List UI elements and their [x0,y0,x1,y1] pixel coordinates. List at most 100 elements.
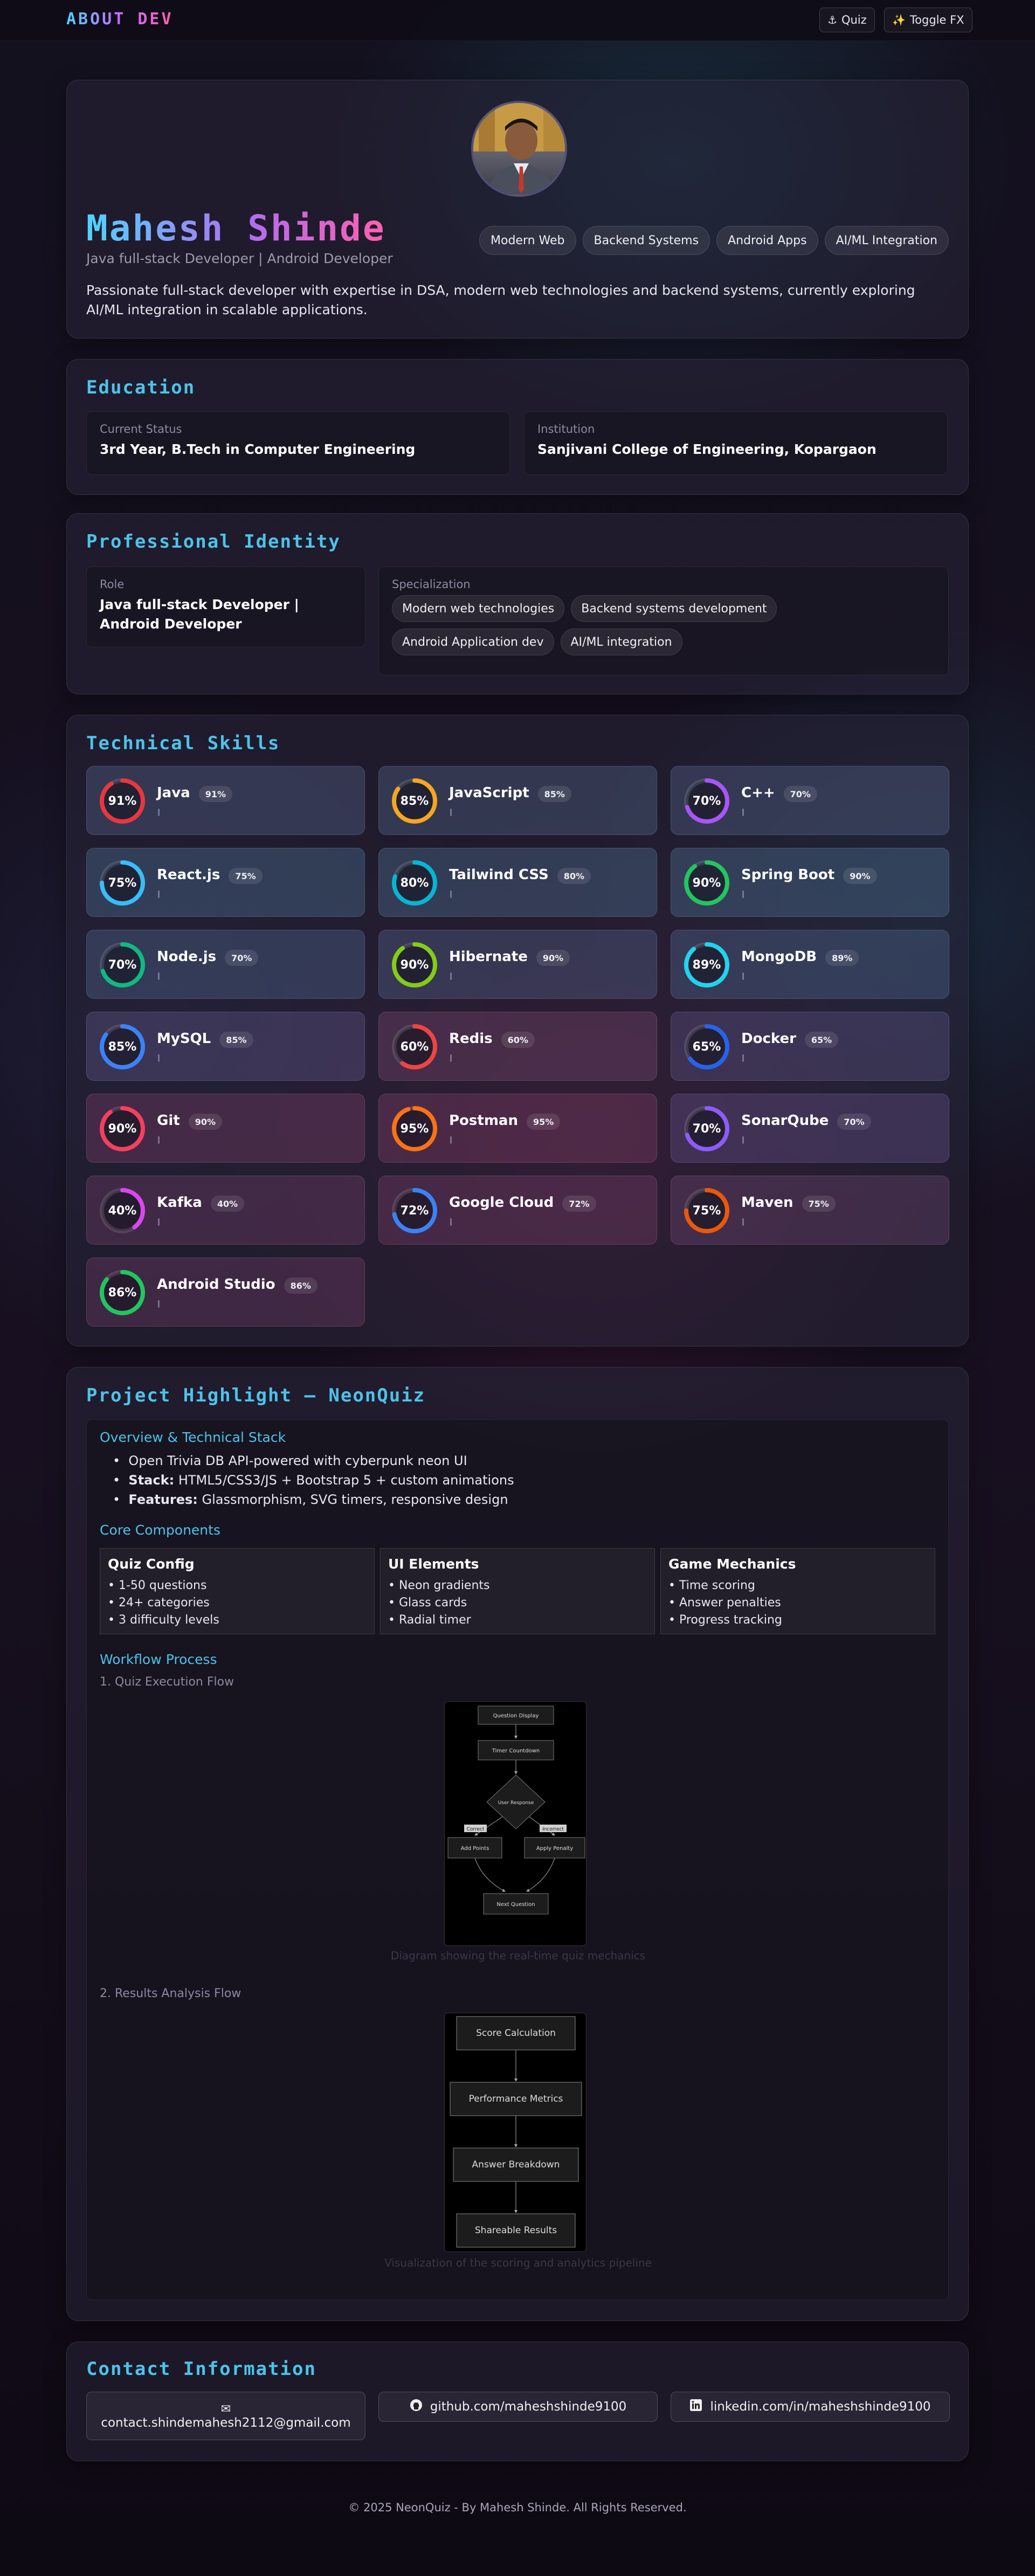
component-title: Game Mechanics [668,1556,796,1572]
skill-badge: 65% [804,1032,839,1048]
spec-chip-backend: Backend systems development [571,595,777,622]
skill-badge: 70% [837,1114,871,1130]
skill-badge: 60% [501,1032,535,1048]
skill-marker [742,890,744,898]
node-timer: Timer Countdown [478,1740,554,1760]
overview-bullet-2: • Stack: HTML5/CSS3/JS + Bootstrap 5 + c… [113,1473,514,1488]
skill-badge: 85% [537,786,571,802]
education-title: Education [86,377,196,398]
contact-email-link[interactable]: ✉ contact.shindemahesh2112@gmail.com [86,2392,365,2440]
spec-chip-android: Android Application dev [392,629,554,655]
node-score-calculation: Score Calculation [456,2016,576,2050]
skill-badge: 72% [562,1196,596,1212]
sparkle-icon: ✨ [892,13,906,26]
skill-card-node-js: 70% Node.js 70% [86,930,365,999]
skill-badge: 95% [526,1114,561,1130]
quiz-button-label: Quiz [841,13,867,26]
svg-text:Question Display: Question Display [493,1713,539,1719]
svg-text:Apply Penalty: Apply Penalty [536,1846,573,1852]
contact-linkedin-link[interactable]: linkedin.com/in/maheshshinde9100 [671,2392,950,2422]
skill-percent: 85% [400,794,429,808]
skill-badge: 85% [219,1032,253,1048]
component-item: • Answer penalties [668,1596,781,1610]
contact-github-link[interactable]: github.com/maheshshinde9100 [378,2392,658,2422]
skill-card-mysql: 85% MySQL 85% [86,1012,365,1081]
profile-bio: Passionate full-stack developer with exp… [86,282,915,317]
institution-value: Sanjivani College of Engineering, Koparg… [537,441,877,457]
brand-logo[interactable]: ABOUT DEV [66,10,174,29]
results-flow-diagram: Score Calculation Performance Metrics An… [444,2013,586,2252]
node-user-response: User Response [486,1774,546,1829]
chip-modern-web: Modern Web [479,226,576,255]
component-item: • Progress tracking [668,1613,782,1627]
label-incorrect: Incorrect [540,1825,567,1832]
toggle-fx-label: Toggle FX [909,13,964,26]
component-item: • 24+ categories [108,1596,210,1610]
component-title: Quiz Config [108,1556,195,1572]
skill-marker [158,1054,160,1062]
envelope-icon: ✉ [220,2402,231,2416]
skill-name: React.js [157,867,220,883]
core-heading: Core Components [100,1522,220,1538]
component-item: • Radial timer [388,1613,471,1627]
project-content: Overview & Technical Stack • Open Trivia… [86,1419,949,2300]
component-item: • Glass cards [388,1596,467,1610]
education-institution: Institution Sanjivani College of Enginee… [524,411,948,475]
skill-card-java: 91% Java 91% [86,766,365,835]
skill-card-mongodb: 89% MongoDB 89% [671,930,949,999]
skill-card-redis: 60% Redis 60% [378,1012,657,1081]
skill-badge: 70% [225,950,259,966]
skill-marker [158,972,160,980]
chip-ai-ml: AI/ML Integration [824,226,949,255]
flow1-caption: Diagram showing the real-time quiz mecha… [390,1949,646,1962]
skill-percent: 70% [692,1122,721,1136]
skill-name: Hibernate [449,949,528,965]
skill-badge: 90% [536,950,570,966]
specialization-label: Specialization [392,578,471,591]
hero-chips: Modern Web Backend Systems Android Apps … [479,226,949,255]
skill-percent: 72% [400,1204,429,1218]
quiz-button[interactable]: ⚓ Quiz [819,8,875,32]
skill-badge: 70% [783,786,817,802]
skill-badge: 90% [843,868,877,884]
skill-marker [742,1136,744,1144]
skill-card-postman: 95% Postman 95% [378,1094,657,1163]
skill-percent: 75% [108,876,137,890]
skill-name: Postman [449,1113,518,1129]
svg-text:Shareable Results: Shareable Results [475,2225,557,2236]
svg-text:Timer Countdown: Timer Countdown [492,1748,540,1754]
component-item: • 3 difficulty levels [108,1613,219,1627]
skills-card: Technical Skills 91% Java 91% 85% JavaScript… [66,715,969,1346]
skill-marker [158,809,160,816]
flow1-label: 1. Quiz Execution Flow [100,1675,234,1689]
skill-marker [158,1218,160,1226]
status-value: 3rd Year, B.Tech in Computer Engineering [100,441,416,457]
role-label: Role [100,578,125,591]
status-label: Current Status [100,423,182,436]
skill-badge: 91% [198,786,233,802]
skill-card-google-cloud: 72% Google Cloud 72% [378,1176,657,1245]
skill-card-docker: 65% Docker 65% [671,1012,949,1081]
education-status: Current Status 3rd Year, B.Tech in Compu… [86,411,510,475]
svg-text:Correct: Correct [467,1827,485,1832]
svg-text:Next Question: Next Question [496,1902,535,1908]
skill-name: MySQL [157,1031,211,1047]
github-icon [410,2399,423,2415]
skill-marker [742,1218,744,1226]
skill-card-hibernate: 90% Hibernate 90% [378,930,657,999]
skill-percent: 85% [108,1040,137,1054]
avatar [471,101,567,197]
skill-badge: 89% [825,950,859,966]
skill-name: JavaScript [449,785,529,801]
skill-card-c-: 70% C++ 70% [671,766,949,835]
skill-percent: 75% [692,1204,721,1218]
component-item: • Neon gradients [388,1579,490,1592]
skill-marker [742,1054,744,1062]
skill-marker [742,972,744,980]
linkedin-icon [689,2399,702,2415]
node-performance-metrics: Performance Metrics [450,2082,582,2116]
skill-card-sonarqube: 70% SonarQube 70% [671,1094,949,1163]
toggle-fx-button[interactable]: ✨ Toggle FX [884,8,972,32]
skill-percent: 65% [692,1040,721,1054]
component-quiz-config: Quiz Config • 1-50 questions • 24+ categ… [100,1548,375,1634]
